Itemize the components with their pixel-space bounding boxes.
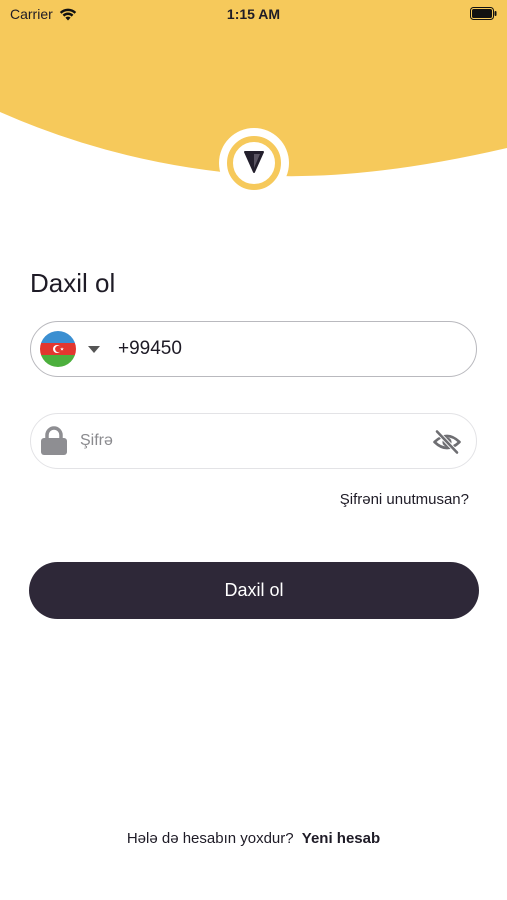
phone-field[interactable] <box>30 321 477 377</box>
password-field[interactable] <box>30 413 477 469</box>
phone-input[interactable] <box>118 338 418 360</box>
forgot-password-link[interactable]: Şifrəni unutmusan? <box>340 491 469 508</box>
signup-prompt: Hələ də hesabın yoxdur? Yeni hesab <box>0 830 507 847</box>
signup-link[interactable]: Yeni hesab <box>302 830 380 847</box>
status-bar: Carrier 1:15 AM <box>0 0 507 28</box>
azerbaijan-flag-icon[interactable] <box>40 331 76 367</box>
battery-icon <box>470 7 497 20</box>
app-logo <box>219 128 289 198</box>
eye-off-icon[interactable] <box>433 429 461 455</box>
login-button[interactable]: Daxil ol <box>29 562 479 619</box>
page-title: Daxil ol <box>30 268 116 298</box>
signup-question: Hələ də hesabın yoxdur? <box>126 830 294 847</box>
chevron-down-icon[interactable] <box>87 342 101 356</box>
navigation-arrow-icon <box>227 136 281 190</box>
status-time: 1:15 AM <box>226 6 281 22</box>
lock-icon <box>41 426 67 455</box>
password-input[interactable] <box>80 432 400 450</box>
